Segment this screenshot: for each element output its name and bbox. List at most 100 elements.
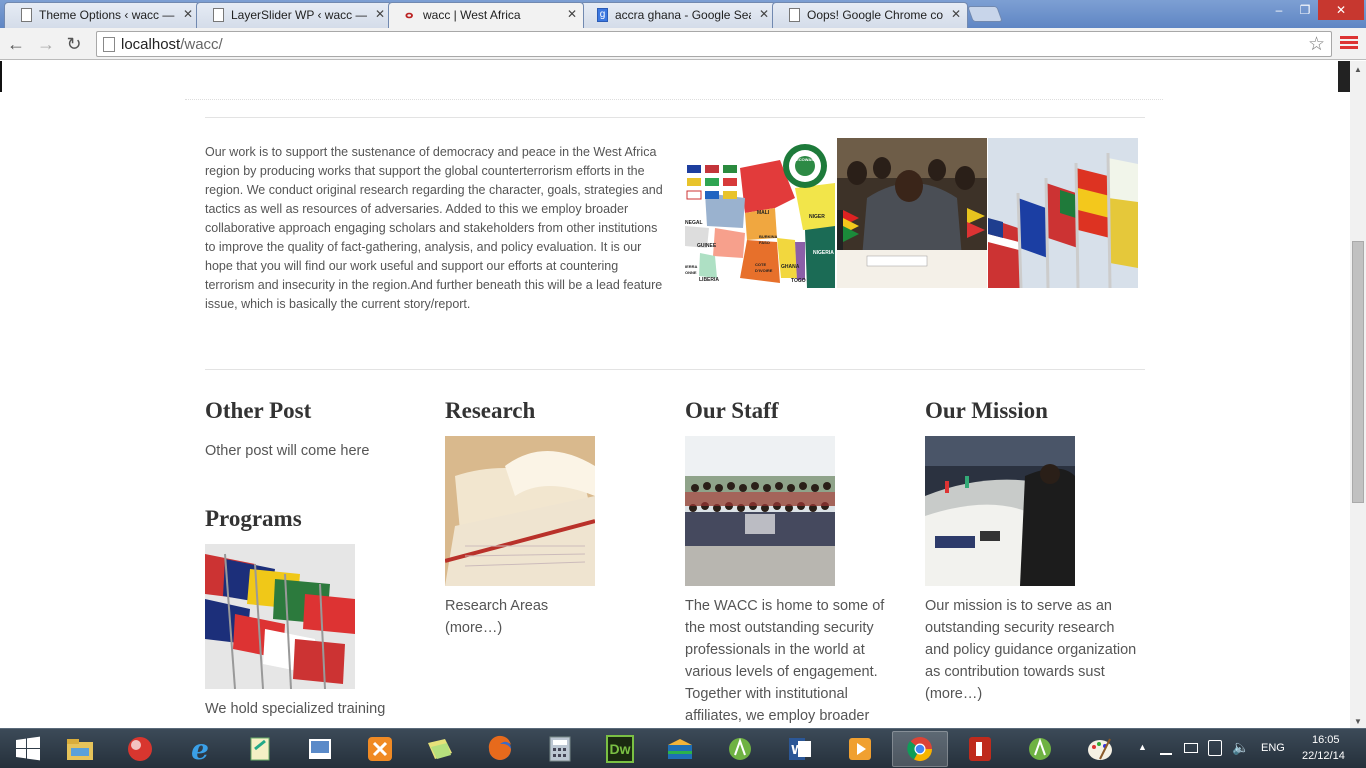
close-icon[interactable]: ✕ [759, 7, 769, 21]
map-label-cote: COTE D'IVOIRE [755, 262, 773, 273]
scrollbar-thumb[interactable] [1352, 241, 1364, 503]
bookmark-star-icon[interactable]: ☆ [1308, 33, 1325, 56]
research-image[interactable] [445, 436, 595, 586]
network-icon[interactable] [1160, 741, 1172, 755]
new-tab-button[interactable] [967, 6, 1003, 22]
tab-strip: Theme Options ‹ wacc — ✕ LayerSlider WP … [0, 0, 1366, 28]
word-icon[interactable]: W [772, 731, 828, 767]
volume-icon[interactable]: 🔈 [1232, 739, 1249, 756]
close-icon[interactable]: ✕ [183, 7, 193, 21]
image-viewer-icon[interactable] [292, 731, 348, 767]
map-label-niger: NIGER [809, 214, 825, 220]
tab-label: Theme Options ‹ wacc — [39, 8, 175, 22]
tab-theme-options[interactable]: Theme Options ‹ wacc — ✕ [4, 2, 200, 28]
close-icon[interactable]: ✕ [375, 7, 385, 21]
research-text: Research Areas [445, 598, 549, 614]
tray-expand-icon[interactable]: ▲ [1138, 742, 1147, 752]
divider-middle [205, 369, 1145, 370]
dotted-divider [185, 99, 1163, 100]
box-app-icon[interactable] [652, 731, 708, 767]
research-heading: Research [445, 398, 536, 423]
back-icon[interactable]: ← [4, 32, 28, 56]
android-icon[interactable] [1012, 731, 1068, 767]
url-host: localhost [121, 36, 181, 53]
map-label-guinee: GUINEE [697, 243, 717, 249]
tab-chrome-error[interactable]: Oops! Google Chrome cou ✕ [772, 2, 968, 28]
reload-icon[interactable]: ↻ [62, 32, 86, 56]
clock-date[interactable]: 22/12/14 [1302, 750, 1345, 762]
language-indicator[interactable]: ENG [1261, 742, 1285, 754]
tab-label: Oops! Google Chrome cou [807, 8, 943, 22]
page-icon [213, 8, 224, 22]
tab-label: wacc | West Africa [423, 8, 521, 22]
chrome-menu-icon[interactable] [1340, 34, 1358, 54]
scroll-down-icon[interactable]: ▼ [1354, 717, 1362, 726]
map-label-liberia: LIBERIA [699, 277, 719, 283]
divider-top [205, 117, 1145, 118]
tab-layerslider[interactable]: LayerSlider WP ‹ wacc — V ✕ [196, 2, 392, 28]
notepad-plus-icon[interactable] [232, 731, 288, 767]
research-more-link[interactable]: (more…) [445, 617, 502, 639]
forward-icon[interactable]: → [34, 32, 58, 56]
google-icon: g [597, 8, 608, 22]
page-scrollbar[interactable]: ▲ ▼ [1350, 61, 1366, 728]
dreamweaver-icon[interactable]: Dw [592, 731, 648, 767]
calculator-icon[interactable] [532, 731, 588, 767]
header-dark-block [1338, 61, 1350, 92]
page-icon [103, 37, 115, 52]
minimize-button[interactable]: – [1266, 0, 1292, 20]
wacc-icon: ⴰ [405, 6, 414, 21]
media-player-icon[interactable] [832, 731, 888, 767]
internet-explorer-icon[interactable]: e [172, 731, 228, 767]
web-page: Our work is to support the sustenance of… [0, 61, 1350, 728]
close-window-button[interactable]: ✕ [1318, 0, 1364, 20]
map-label-burkina: BURKINA FASO [759, 234, 778, 245]
address-bar[interactable]: localhost/wacc/ ☆ [96, 31, 1332, 57]
tab-label: LayerSlider WP ‹ wacc — V [231, 8, 367, 22]
tab-wacc[interactable]: ⴰ wacc | West Africa ✕ [388, 2, 584, 28]
other-post-text: Other post will come here [205, 443, 370, 459]
our-mission-heading: Our Mission [925, 398, 1048, 423]
battery-icon[interactable] [1208, 740, 1222, 756]
action-center-icon[interactable] [1184, 743, 1198, 753]
page-icon [789, 8, 800, 22]
page-icon [21, 8, 32, 22]
sticky-notes-icon[interactable] [412, 731, 468, 767]
ball-app-icon[interactable] [112, 731, 168, 767]
restore-button[interactable]: ❐ [1292, 0, 1318, 20]
leaders-meeting-image [837, 138, 987, 288]
mission-more-link[interactable]: (more…) [925, 683, 982, 705]
map-label-ghana: GHANA [781, 264, 800, 270]
map-label-nigeria: NIGERIA [813, 250, 834, 256]
close-icon[interactable]: ✕ [567, 7, 577, 21]
staff-group-image[interactable] [685, 436, 835, 586]
intro-paragraph: Our work is to support the sustenance of… [205, 145, 663, 311]
start-icon[interactable] [0, 731, 56, 767]
programs-image[interactable] [205, 544, 355, 689]
clock-time[interactable]: 16:05 [1312, 734, 1340, 746]
our-staff-text: The WACC is home to some of the most out… [685, 598, 885, 724]
flags-image [988, 138, 1138, 288]
filezilla-icon[interactable] [952, 731, 1008, 767]
map-label-senegal: NEGAL [685, 220, 703, 226]
map-label-togo: TOGO [791, 278, 806, 284]
chrome-icon[interactable] [892, 731, 948, 767]
tab-label: accra ghana - Google Sea [615, 8, 751, 22]
mission-conference-image[interactable] [925, 436, 1075, 586]
android-studio-icon[interactable] [712, 731, 768, 767]
browser-toolbar: ← → ↻ localhost/wacc/ ☆ [0, 28, 1366, 60]
paint-icon[interactable] [1072, 731, 1128, 767]
tab-google-search[interactable]: g accra ghana - Google Sea ✕ [580, 2, 776, 28]
ecowas-badge-text: CEDEAO ECOWAS [796, 152, 814, 162]
close-icon[interactable]: ✕ [951, 7, 961, 21]
firefox-icon[interactable] [472, 731, 528, 767]
our-mission-text: Our mission is to serve as an outstandin… [925, 598, 1137, 680]
xampp-icon[interactable] [352, 731, 408, 767]
ecowas-map-image: MALI NIGER NIGERIA BURKINA FASO GHANA TO… [685, 138, 835, 288]
our-staff-heading: Our Staff [685, 398, 779, 423]
url-text[interactable]: localhost/wacc/ [121, 36, 223, 53]
file-explorer-icon[interactable] [52, 731, 108, 767]
scroll-up-icon[interactable]: ▲ [1354, 65, 1362, 74]
programs-text: We hold specialized training [205, 701, 386, 717]
programs-heading: Programs [205, 506, 302, 531]
